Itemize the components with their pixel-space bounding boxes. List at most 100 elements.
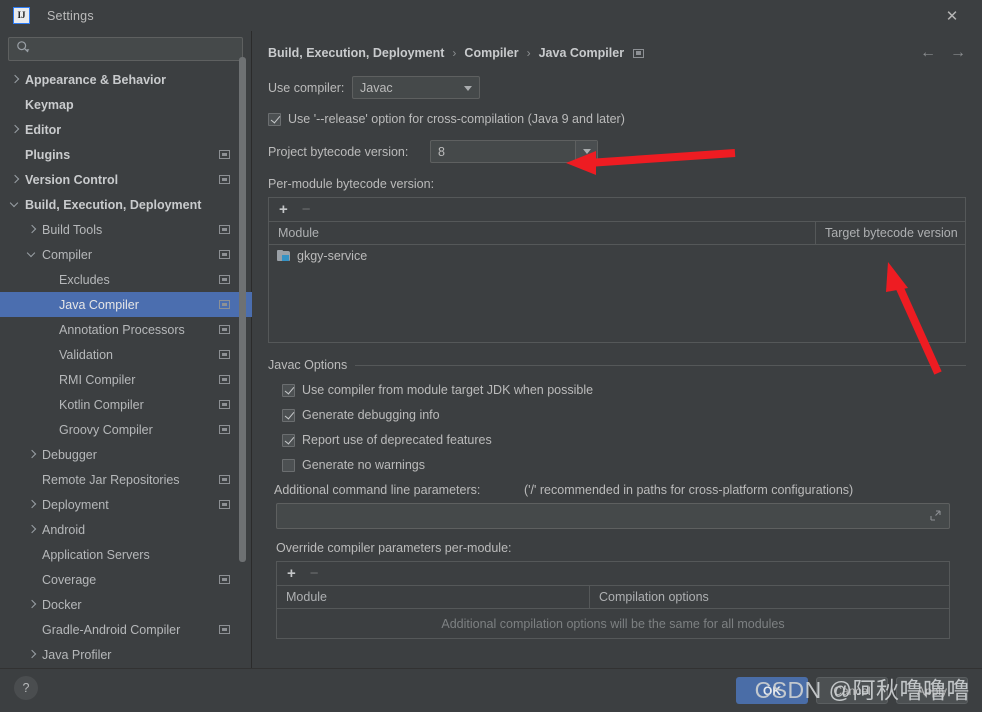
add-module-button[interactable]: + [279,202,288,217]
chevron-right-icon[interactable] [27,449,38,460]
sidebar-item-rmi-compiler[interactable]: RMI Compiler [0,367,252,392]
chevron-right-icon[interactable] [10,74,21,85]
javac-option-row: Generate no warnings [282,458,966,472]
override-empty-message: Additional compilation options will be t… [441,617,785,631]
column-header-override-module[interactable]: Module [277,586,589,609]
javac-option-checkbox[interactable] [282,408,295,422]
table-row[interactable]: gkgy-service 8 [269,245,965,267]
chevron-right-icon[interactable] [27,524,38,535]
forward-arrow-icon[interactable]: → [950,45,966,61]
use-compiler-dropdown[interactable]: Javac [352,76,480,99]
search-input[interactable] [30,42,242,56]
dialog-body: Appearance & Behavior Keymap Editor Plugins… [0,31,982,668]
remove-module-button[interactable]: − [302,202,311,217]
sidebar-item-gradle-android-compiler[interactable]: Gradle-Android Compiler [0,617,252,642]
sidebar-scrollbar[interactable] [239,57,246,562]
breadcrumb-item-1[interactable]: Compiler [464,46,518,60]
release-option-checkbox[interactable] [268,112,281,126]
chevron-down-icon [464,85,472,91]
project-scope-icon [219,150,230,159]
chevron-right-icon[interactable] [10,174,21,185]
sidebar-item-keymap[interactable]: Keymap [0,92,252,117]
column-header-compilation-options[interactable]: Compilation options [589,585,949,609]
settings-dialog: IJ Settings ✕ Appearance & Behavior Keym… [0,0,982,712]
sidebar-item-docker[interactable]: Docker [0,592,252,617]
dialog-footer: ? OK Cancel Apply CSDN @阿秋噜噜噜 [0,668,982,712]
override-params-table: + − Module Compilation options Additiona… [276,561,950,639]
back-arrow-icon[interactable]: ← [920,45,936,61]
add-override-button[interactable]: + [287,566,296,581]
breadcrumb-item-2[interactable]: Java Compiler [539,46,624,60]
project-scope-icon [219,225,230,234]
sidebar-item-label: Annotation Processors [59,322,185,337]
sidebar-item-build-tools[interactable]: Build Tools [0,217,252,242]
sidebar-item-validation[interactable]: Validation [0,342,252,367]
search-icon [16,40,30,59]
project-scope-icon [219,300,230,309]
sidebar-item-appearance-behavior[interactable]: Appearance & Behavior [0,67,252,92]
sidebar-item-label: Excludes [59,272,110,287]
project-scope-icon [219,250,230,259]
sidebar-item-android[interactable]: Android [0,517,252,542]
chevron-down-icon[interactable] [10,199,21,210]
project-scope-icon [219,400,230,409]
javac-option-checkbox[interactable] [282,458,295,472]
chevron-right-icon[interactable] [27,224,38,235]
sidebar-item-version-control[interactable]: Version Control [0,167,252,192]
module-table-body: gkgy-service 8 [269,245,965,267]
javac-option-row: Generate debugging info [282,408,966,422]
chevron-right-icon[interactable] [27,649,38,660]
chevron-right-icon[interactable] [27,599,38,610]
column-header-target-bytecode[interactable]: Target bytecode version [815,221,965,245]
sidebar-item-plugins[interactable]: Plugins [0,142,252,167]
sidebar-item-annotation-processors[interactable]: Annotation Processors [0,317,252,342]
footer-buttons: OK Cancel Apply [736,677,968,704]
additional-params-label: Additional command line parameters: [274,483,481,497]
help-button[interactable]: ? [14,676,38,700]
override-table-toolbar: + − [277,562,949,586]
remove-override-button[interactable]: − [310,566,319,581]
sidebar-item-label: Plugins [25,147,71,162]
sidebar-item-groovy-compiler[interactable]: Groovy Compiler [0,417,252,442]
expand-icon[interactable] [930,510,941,521]
javac-option-checkbox[interactable] [282,433,295,447]
sidebar-item-compiler[interactable]: Compiler [0,242,252,267]
sidebar-item-remote-jar-repositories[interactable]: Remote Jar Repositories [0,467,252,492]
breadcrumb-separator: › [526,46,531,60]
apply-button[interactable]: Apply [896,677,968,704]
sidebar-item-deployment[interactable]: Deployment [0,492,252,517]
column-header-module[interactable]: Module [269,222,815,245]
breadcrumb-item-0[interactable]: Build, Execution, Deployment [268,46,444,60]
sidebar-item-java-profiler[interactable]: Java Profiler [0,642,252,667]
project-bytecode-dropdown-button[interactable] [575,141,597,162]
sidebar-item-java-compiler[interactable]: Java Compiler [0,292,252,317]
ok-button[interactable]: OK [736,677,808,704]
chevron-right-icon[interactable] [10,124,21,135]
close-icon[interactable]: ✕ [932,0,972,31]
sidebar-item-editor[interactable]: Editor [0,117,252,142]
sidebar-item-label: Java Compiler [59,297,139,312]
sidebar-item-label: Groovy Compiler [59,422,153,437]
additional-params-input[interactable] [276,503,950,529]
sidebar-item-debugger[interactable]: Debugger [0,442,252,467]
sidebar-item-excludes[interactable]: Excludes [0,267,252,292]
sidebar-item-build-execution-deployment[interactable]: Build, Execution, Deployment [0,192,252,217]
sidebar-item-label: Deployment [42,497,109,512]
use-compiler-label: Use compiler: [268,80,345,95]
search-box[interactable] [8,37,243,61]
cancel-button[interactable]: Cancel [816,677,888,704]
chevron-down-icon[interactable] [27,249,38,260]
breadcrumb: Build, Execution, Deployment › Compiler … [268,31,966,65]
project-bytecode-label: Project bytecode version: [268,144,409,159]
project-scope-icon [633,48,645,58]
javac-option-checkbox[interactable] [282,383,295,397]
module-bytecode-table: + − Module Target bytecode version gkgy-… [268,197,966,343]
chevron-right-icon[interactable] [27,499,38,510]
sidebar-item-application-servers[interactable]: Application Servers [0,542,252,567]
sidebar-item-kotlin-compiler[interactable]: Kotlin Compiler [0,392,252,417]
project-bytecode-dropdown[interactable]: 8 [430,140,598,163]
sidebar-item-label: Coverage [42,572,97,587]
sidebar-item-coverage[interactable]: Coverage [0,567,252,592]
